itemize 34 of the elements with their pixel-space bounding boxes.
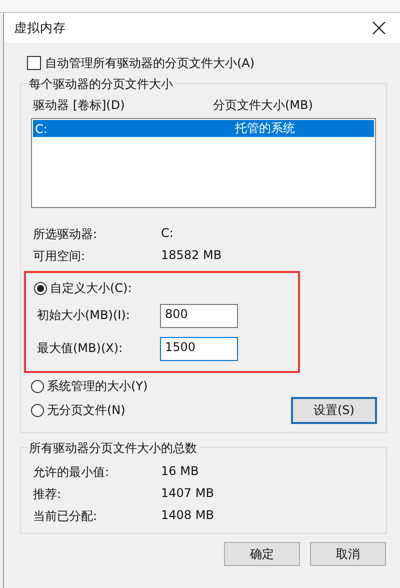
info-label: 所选驱动器:: [33, 226, 98, 243]
info-value: 18582 MB: [161, 248, 222, 264]
column-header: 驱动器 [卷标](D): [33, 96, 126, 114]
info-value: 1408 MB: [161, 508, 214, 524]
input-field[interactable]: 1500: [160, 336, 238, 360]
group-title: 所有驱动器分页文件大小的总数: [27, 440, 199, 457]
info-value: 16 MB: [161, 464, 199, 480]
info-value: 1407 MB: [161, 486, 214, 502]
field-label: 初始大小(MB)(I):: [36, 307, 131, 324]
radio-label: 无分页文件(N): [47, 402, 126, 419]
radio-label: 自定义大小(C):: [50, 280, 132, 296]
radio-button[interactable]: [34, 282, 47, 294]
info-value: C:: [161, 226, 174, 242]
input-field[interactable]: 800: [160, 304, 238, 328]
cancel-button[interactable]: 取消: [310, 542, 386, 566]
info-label: 可用空间:: [33, 248, 86, 265]
info-label: 当前已分配:: [33, 508, 98, 525]
radio-button[interactable]: [31, 404, 44, 417]
set-button[interactable]: 设置(S): [291, 397, 377, 424]
drive-letter: C:: [35, 122, 48, 136]
list-row[interactable]: C: 托管的系统: [33, 120, 374, 137]
page-file-size: 托管的系统: [235, 120, 295, 137]
info-label: 允许的最小值:: [33, 464, 110, 481]
radio-label: 系统管理的大小(Y): [47, 378, 148, 394]
column-header: 分页文件大小(MB): [213, 96, 313, 114]
radio-button[interactable]: [31, 380, 44, 392]
checkbox-label: 自动管理所有驱动器的分页文件大小(A): [45, 54, 255, 72]
window-title: 虚拟内存: [14, 20, 66, 36]
field-label: 最大值(MB)(X):: [36, 340, 124, 357]
checkbox[interactable]: [27, 56, 41, 70]
ok-button[interactable]: 确定: [224, 542, 300, 566]
close-icon[interactable]: [372, 21, 386, 35]
info-label: 推荐:: [33, 486, 62, 503]
group-title: 每个驱动器的分页文件大小: [27, 76, 175, 93]
